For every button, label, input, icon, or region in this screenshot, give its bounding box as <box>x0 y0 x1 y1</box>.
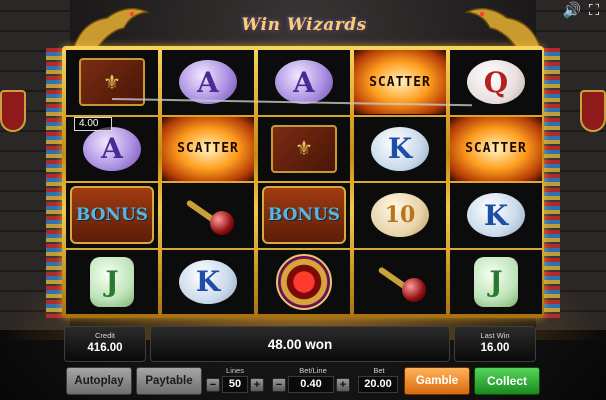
symbol-wand-icon <box>370 258 430 306</box>
symbol-scatter-icon: SCATTER <box>162 116 254 181</box>
lines-decrease-button[interactable]: − <box>206 377 220 392</box>
win-message: 48.00 won <box>150 326 450 362</box>
reel-cell <box>354 249 446 314</box>
symbol-a-icon: A <box>179 60 237 105</box>
lines-increase-button[interactable]: + <box>250 377 264 392</box>
bet-line-value: 0.40 <box>288 376 334 393</box>
game-logo: Win Wizards <box>241 15 367 35</box>
control-bar: Autoplay Paytable Lines − 50 + Bet/Line … <box>0 366 606 398</box>
reel-cell: BONUS <box>66 183 158 248</box>
bet-display: Bet 20.00 <box>358 366 400 396</box>
reel-cell: A <box>162 50 254 115</box>
reel-cell: J <box>450 249 542 314</box>
reel-cell: K <box>354 116 446 181</box>
reel-cell: BONUS <box>258 183 350 248</box>
game-stage: Win Wizards 🔊 ⛶ ⚜ A BONUS J A SCATTER K A ⚜ BONUS… <box>0 0 606 400</box>
bet-line-stepper: Bet/Line − 0.40 + <box>272 366 354 396</box>
symbol-amulet-icon <box>276 253 332 310</box>
symbol-a-icon: A <box>275 60 333 105</box>
symbol-k-icon: K <box>179 259 237 304</box>
bet-line-label: Bet/Line <box>299 366 327 375</box>
reel-cell: ⚜ <box>258 116 350 181</box>
bet-line-increase-button[interactable]: + <box>336 377 350 392</box>
reel-1: ⚜ A BONUS J <box>66 50 158 314</box>
shield-left-icon <box>0 90 26 132</box>
reel-cell: K <box>450 183 542 248</box>
reel-cell <box>258 249 350 314</box>
symbol-j-icon: J <box>474 256 518 307</box>
reel-cell <box>162 183 254 248</box>
shield-right-icon <box>580 90 606 132</box>
last-win-display: Last Win 16.00 <box>454 326 536 362</box>
reel-cell: SCATTER <box>162 116 254 181</box>
hud: Credit 416.00 48.00 won Last Win 16.00 <box>60 326 546 362</box>
last-win-value: 16.00 <box>480 342 510 354</box>
symbol-k-icon: K <box>371 126 429 171</box>
symbol-scatter-icon: SCATTER <box>450 116 542 181</box>
symbol-a-icon: A <box>83 126 141 171</box>
symbol-wand-icon <box>178 191 238 239</box>
reel-cell: ⚜ <box>66 50 158 115</box>
reel-cell: SCATTER <box>450 116 542 181</box>
symbol-bonus-icon: BONUS <box>262 186 346 245</box>
bet-label: Bet <box>373 366 385 375</box>
credit-display: Credit 416.00 <box>64 326 146 362</box>
bet-line-decrease-button[interactable]: − <box>272 377 286 392</box>
credit-label: Credit <box>94 331 115 340</box>
symbol-j-icon: J <box>90 256 134 307</box>
collect-button[interactable]: Collect <box>474 367 540 395</box>
lines-label: Lines <box>226 366 244 375</box>
reel-cell: A <box>258 50 350 115</box>
reel-cell: J <box>66 249 158 314</box>
reel-4: SCATTER K 10 <box>354 50 446 314</box>
lines-value: 50 <box>222 376 248 393</box>
reel-cell: 10 <box>354 183 446 248</box>
symbol-k-icon: K <box>467 193 525 238</box>
reel-3: A ⚜ BONUS <box>258 50 350 314</box>
fullscreen-icon[interactable]: ⛶ <box>584 2 604 20</box>
speaker-icon[interactable]: 🔊 <box>562 2 582 20</box>
last-win-label: Last Win <box>480 331 510 340</box>
gamble-button[interactable]: Gamble <box>404 367 470 395</box>
bet-value: 20.00 <box>358 376 398 393</box>
reel-cell: K <box>162 249 254 314</box>
reels-grid: ⚜ A BONUS J A SCATTER K A ⚜ BONUS SCATTER K 10 Q SCATT… <box>66 50 542 314</box>
reel-5: Q SCATTER K J <box>450 50 542 314</box>
won-text: 48.00 won <box>267 337 333 352</box>
symbol-spellbook-icon: ⚜ <box>271 124 337 173</box>
symbol-bonus-icon: BONUS <box>70 186 154 245</box>
symbol-q-icon: Q <box>467 60 525 105</box>
win-line-badge: 4.00 <box>74 117 112 131</box>
reel-2: A SCATTER K <box>162 50 254 314</box>
lines-stepper: Lines − 50 + <box>206 366 264 396</box>
symbol-10-icon: 10 <box>371 193 429 238</box>
paytable-button[interactable]: Paytable <box>136 367 202 395</box>
credit-value: 416.00 <box>87 342 123 354</box>
autoplay-button[interactable]: Autoplay <box>66 367 132 395</box>
